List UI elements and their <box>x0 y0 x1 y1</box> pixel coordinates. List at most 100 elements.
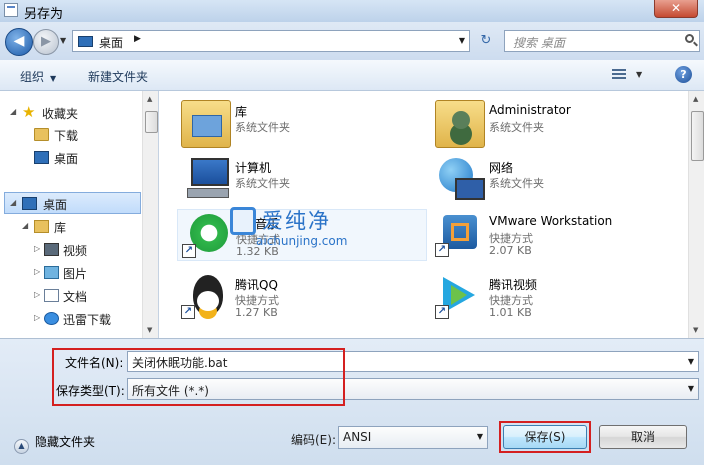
expander-icon[interactable]: ▷ <box>34 290 40 299</box>
address-dropdown-icon[interactable]: ▼ <box>459 36 465 45</box>
file-item-vmware[interactable]: ↗ VMware Workstation 快捷方式 2.07 KB <box>431 209 681 261</box>
file-item-computer[interactable]: 计算机 系统文件夹 <box>177 154 427 206</box>
file-scrollbar[interactable]: ▲ ▼ <box>688 91 704 338</box>
chevron-up-icon: ▲ <box>14 439 29 454</box>
recent-locations-dropdown[interactable]: ▼ <box>60 36 66 45</box>
nav-item-videos[interactable]: ▷ 视频 <box>0 239 150 261</box>
view-dropdown-icon[interactable]: ▼ <box>636 70 642 79</box>
nav-item-desktop-favorite[interactable]: 桌面 <box>0 147 150 169</box>
scroll-thumb[interactable] <box>145 111 158 133</box>
nav-item-favorites[interactable]: ◢ ★ 收藏夹 <box>0 102 150 124</box>
nav-item-label: 下载 <box>54 129 79 143</box>
scroll-thumb[interactable] <box>691 111 704 161</box>
save-button[interactable]: 保存(S) <box>503 425 587 449</box>
expander-icon[interactable]: ▷ <box>34 244 40 253</box>
expander-icon[interactable]: ◢ <box>10 198 16 207</box>
file-name: 库 <box>235 105 248 119</box>
shortcut-arrow-icon: ↗ <box>435 305 449 319</box>
nav-item-thunder-downloads[interactable]: ▷ 迅雷下载 <box>0 308 150 330</box>
organize-button[interactable]: 组织 ▼ <box>20 68 56 85</box>
file-item-library[interactable]: 库 系统文件夹 <box>177 98 427 150</box>
nav-item-label: 迅雷下载 <box>63 313 112 327</box>
hide-folders-label: 隐藏文件夹 <box>35 435 96 449</box>
desktop-icon <box>34 151 49 164</box>
expander-icon[interactable]: ▷ <box>34 313 40 322</box>
file-name: 腾讯QQ <box>235 278 278 292</box>
expander-icon[interactable]: ◢ <box>10 107 16 116</box>
file-type: 系统文件夹 <box>489 177 544 190</box>
view-options-icon[interactable] <box>612 69 626 81</box>
tencent-video-icon: ↗ <box>435 273 483 319</box>
forward-button[interactable]: ▶ <box>33 29 59 55</box>
file-size: 2.07 KB <box>489 244 532 257</box>
scroll-up-icon[interactable]: ▲ <box>693 95 698 103</box>
scroll-down-icon[interactable]: ▼ <box>147 326 152 334</box>
nav-item-label: 图片 <box>63 267 88 281</box>
filetype-select[interactable]: 所有文件 (*.*) ▼ <box>127 378 699 400</box>
hide-folders-toggle[interactable]: ▲ 隐藏文件夹 <box>14 433 95 454</box>
command-toolbar: 组织 ▼ 新建文件夹 ▼ ? <box>0 60 704 91</box>
search-icon[interactable] <box>685 34 694 43</box>
address-location[interactable]: 桌面 <box>99 34 123 51</box>
nav-item-desktop[interactable]: ◢ 桌面 <box>4 192 141 214</box>
shortcut-arrow-icon: ↗ <box>182 244 196 258</box>
refresh-icon[interactable]: ↻ <box>474 31 498 51</box>
filename-value[interactable]: 关闭休眠功能.bat <box>132 354 228 371</box>
encoding-label: 编码(E): <box>291 433 336 447</box>
shortcut-arrow-icon: ↗ <box>435 243 449 257</box>
navigation-pane: ◢ ★ 收藏夹 下载 桌面 ◢ 桌面 ◢ 库 ▷ 视频 ▷ 图片 ▷ 文档 ▷ … <box>0 91 159 338</box>
nav-scrollbar[interactable]: ▲ ▼ <box>142 91 158 338</box>
address-row: ◀ ▶ ▼ 桌面 ▶ ▼ ↻ 搜索 桌面 <box>0 22 704 60</box>
help-icon[interactable]: ? <box>675 66 692 83</box>
nav-item-label: 桌面 <box>54 152 79 166</box>
nav-item-libraries[interactable]: ◢ 库 <box>0 216 150 238</box>
file-type: 系统文件夹 <box>235 121 290 134</box>
file-name: VMware Workstation <box>489 214 613 228</box>
scroll-down-icon[interactable]: ▼ <box>693 326 698 334</box>
desktop-icon <box>78 36 93 47</box>
organize-label: 组织 <box>20 70 45 84</box>
file-item-administrator[interactable]: Administrator 系统文件夹 <box>431 98 681 150</box>
window-icon <box>4 3 18 17</box>
file-item-network[interactable]: 网络 系统文件夹 <box>431 154 681 206</box>
file-item-tencent-qq[interactable]: ↗ 腾讯QQ 快捷方式 1.27 KB <box>177 271 427 323</box>
cancel-button[interactable]: 取消 <box>599 425 687 449</box>
chevron-down-icon[interactable]: ▼ <box>477 432 483 441</box>
save-form: 文件名(N): 关闭休眠功能.bat ▼ 保存类型(T): 所有文件 (*.*)… <box>0 338 704 465</box>
nav-item-downloads[interactable]: 下载 <box>0 124 150 146</box>
file-item-tencent-video[interactable]: ↗ 腾讯视频 快捷方式 1.01 KB <box>431 271 681 323</box>
file-name: 腾讯视频 <box>489 278 538 292</box>
watermark-logo-icon <box>230 207 256 235</box>
back-button[interactable]: ◀ <box>5 28 33 56</box>
watermark-en: aichunjing.com <box>256 234 348 248</box>
file-type: 系统文件夹 <box>489 121 544 134</box>
chevron-down-icon[interactable]: ▼ <box>688 357 694 366</box>
file-type: 系统文件夹 <box>235 177 290 190</box>
scroll-up-icon[interactable]: ▲ <box>147 95 152 103</box>
encoding-select[interactable]: ANSI ▼ <box>338 426 488 449</box>
download-folder-icon <box>34 128 49 141</box>
nav-item-pictures[interactable]: ▷ 图片 <box>0 262 150 284</box>
vmware-icon: ↗ <box>435 211 483 257</box>
expander-icon[interactable]: ▷ <box>34 267 40 276</box>
new-folder-button[interactable]: 新建文件夹 <box>88 68 148 85</box>
nav-item-label: 桌面 <box>43 198 68 212</box>
filename-label: 文件名(N): <box>65 356 124 370</box>
address-bar[interactable]: 桌面 ▶ ▼ <box>72 30 470 52</box>
expander-icon[interactable]: ◢ <box>22 221 28 230</box>
address-separator-icon[interactable]: ▶ <box>134 34 141 44</box>
file-name: 网络 <box>489 161 514 175</box>
chevron-down-icon[interactable]: ▼ <box>688 384 694 393</box>
filename-input[interactable]: 关闭休眠功能.bat ▼ <box>127 351 699 372</box>
filetype-value: 所有文件 (*.*) <box>132 384 209 398</box>
user-folder-icon <box>435 100 485 148</box>
nav-item-label: 库 <box>54 221 67 235</box>
close-button[interactable]: ✕ <box>654 0 698 18</box>
star-icon: ★ <box>22 103 36 121</box>
nav-item-documents[interactable]: ▷ 文档 <box>0 285 150 307</box>
search-placeholder: 搜索 桌面 <box>513 36 565 50</box>
encoding-value: ANSI <box>343 430 372 444</box>
picture-library-icon <box>44 266 59 279</box>
watermark-cn: 爱纯净 <box>262 209 331 233</box>
search-input[interactable]: 搜索 桌面 <box>504 30 700 52</box>
